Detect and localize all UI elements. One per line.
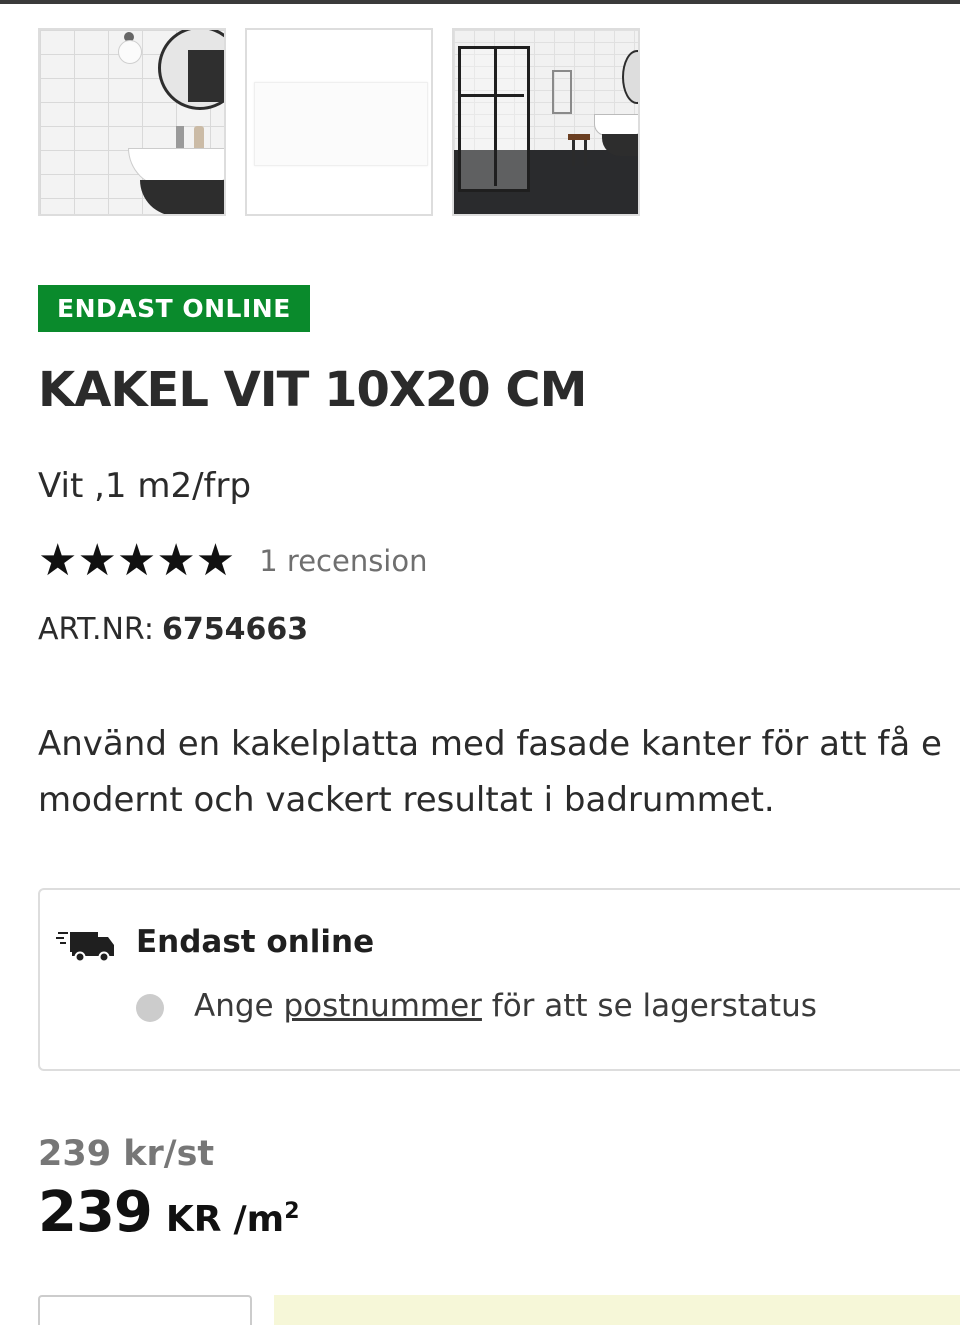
thumbnail-tile[interactable] <box>245 28 433 216</box>
shower-frame-vertical <box>494 46 497 186</box>
sink <box>594 114 638 136</box>
quantity-stepper[interactable] <box>38 1295 252 1325</box>
image-gallery <box>38 28 640 216</box>
product-title: KAKEL VIT 10X20 CM <box>38 362 587 418</box>
review-count-link[interactable]: 1 recension <box>259 544 427 578</box>
price-per-exponent: 2 <box>284 1199 300 1224</box>
article-number-value: 6754663 <box>161 612 309 647</box>
stock-status-text: Ange postnummer för att se lagerstatus <box>194 988 817 1024</box>
delivery-truck-icon <box>56 932 114 963</box>
postal-code-link[interactable]: postnummer <box>283 988 481 1024</box>
shower-frame-horizontal <box>458 94 524 97</box>
mirror-reflection <box>188 50 224 102</box>
stock-indicator-dot <box>136 994 164 1022</box>
thumbnail-bathroom-shower[interactable] <box>452 28 640 216</box>
online-only-badge: ENDAST ONLINE <box>38 285 310 332</box>
article-number: ART.NR: 6754663 <box>38 612 308 647</box>
star-rating-icon: ★★★★★ <box>38 535 236 586</box>
towel-radiator <box>552 70 572 114</box>
price-currency: KR <box>165 1199 222 1240</box>
article-number-label: ART.NR: <box>38 612 154 647</box>
description-line: Använd en kakelplatta med fasade kanter … <box>38 724 942 764</box>
main-price: 239 KR /m2 <box>38 1180 300 1245</box>
price-amount: 239 <box>38 1180 153 1245</box>
thumbnail-bathroom-mirror[interactable] <box>38 28 226 216</box>
sink-cabinet <box>140 180 224 214</box>
unit-price: 239 kr/st <box>38 1134 215 1174</box>
price-unit: /m2 <box>234 1199 300 1240</box>
product-subtitle: Vit ,1 m2/frp <box>38 466 252 506</box>
price-per: /m <box>233 1199 285 1240</box>
product-description: Använd en kakelplatta med fasade kanter … <box>38 716 960 828</box>
stock-title: Endast online <box>136 924 375 960</box>
product-rating[interactable]: ★★★★★ 1 recension <box>38 536 428 586</box>
stock-status-box: Endast online Ange postnummer för att se… <box>38 888 960 1071</box>
lamp-globe <box>118 40 142 64</box>
white-tile <box>254 82 428 166</box>
description-line: modernt och vackert resultat i badrummet… <box>38 780 775 820</box>
stock-status-suffix: för att se lagerstatus <box>481 988 817 1024</box>
round-mirror <box>622 50 638 104</box>
top-bar <box>0 0 960 4</box>
add-to-cart-button[interactable] <box>274 1295 960 1325</box>
stool-leg <box>572 140 575 166</box>
stool-leg <box>584 140 587 166</box>
faucet <box>176 126 184 150</box>
soap-bottle <box>194 126 204 150</box>
stock-status-prefix: Ange <box>194 988 284 1024</box>
